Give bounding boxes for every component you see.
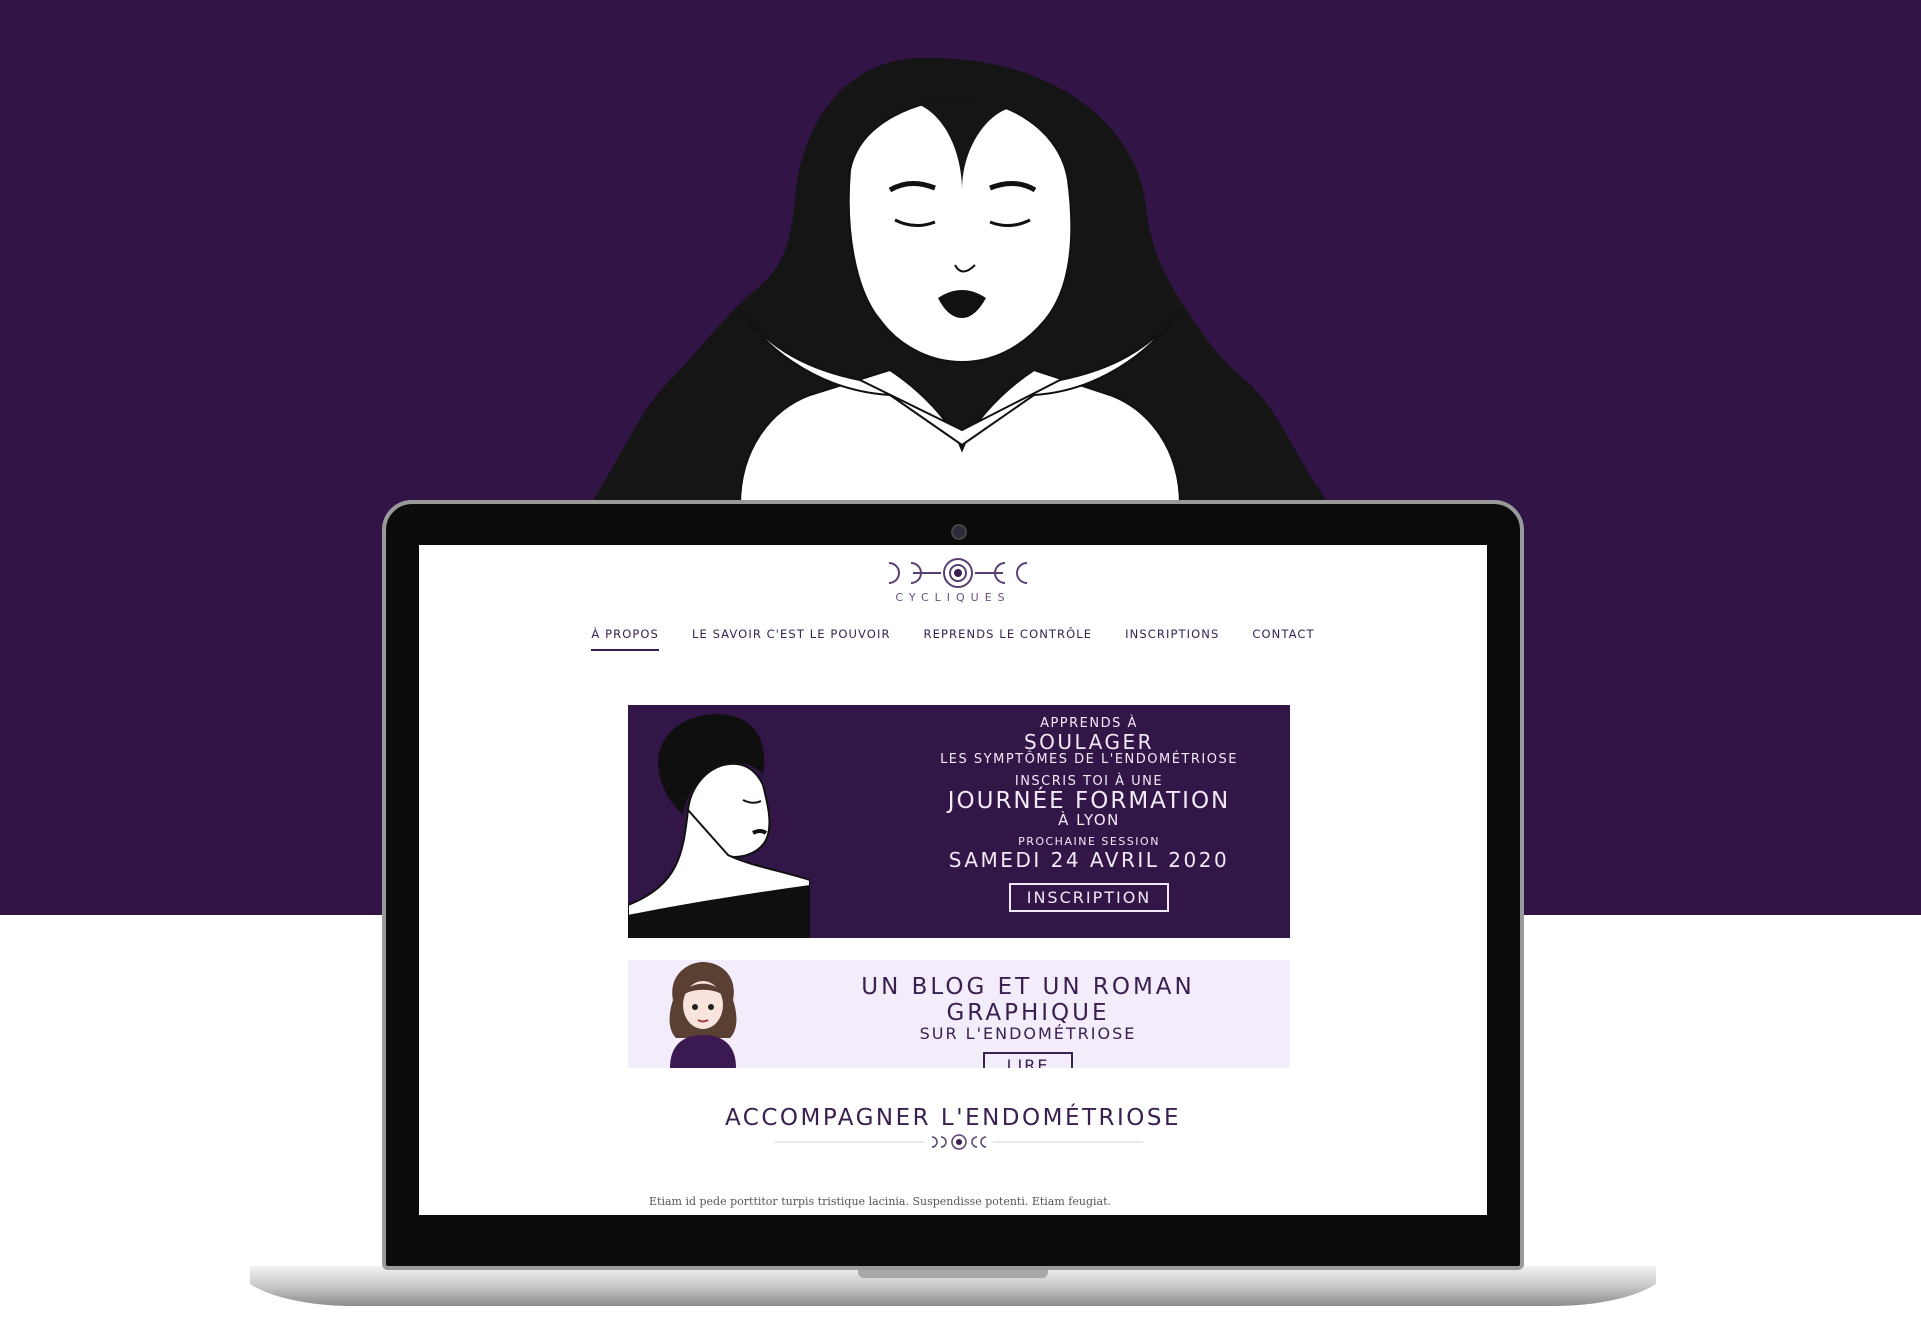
banner-line-inscris: INSCRIS TOI À UNE	[1014, 774, 1164, 789]
moon-divider-icon	[775, 1134, 1143, 1150]
blog-banner: UN BLOG ET UN ROMAN GRAPHIQUE SUR L'ENDO…	[628, 960, 1290, 1068]
section-title: ACCOMPAGNER L'ENDOMÉTRIOSE	[724, 1105, 1182, 1131]
banner-line-symptomes: LES SYMPTÔMES DE L'ENDOMÉTRIOSE	[940, 752, 1238, 767]
main-navigation: À PROPOS LE SAVOIR C'EST LE POUVOIR REPR…	[419, 627, 1487, 651]
intro-paragraph: Etiam id pede porttitor turpis tristique…	[649, 1195, 1111, 1208]
banner-line-prochaine-session: PROCHAINE SESSION	[1018, 835, 1160, 848]
brand-name: CYCLIQUES	[895, 591, 1011, 604]
moon-phases-logo-icon[interactable]	[883, 555, 1033, 591]
inscription-button[interactable]: INSCRIPTION	[1008, 883, 1170, 912]
banner-line-soulager: SOULAGER	[1023, 730, 1155, 754]
banner-line-apprends: APPRENDS À	[1040, 716, 1138, 731]
nav-item-le-savoir[interactable]: LE SAVOIR C'EST LE POUVOIR	[692, 627, 891, 651]
website-screen: CYCLIQUES À PROPOS LE SAVOIR C'EST LE PO…	[419, 545, 1487, 1215]
formation-banner: APPRENDS À SOULAGER LES SYMPTÔMES DE L'E…	[628, 705, 1290, 938]
blog-text-block: UN BLOG ET UN ROMAN GRAPHIQUE SUR L'ENDO…	[783, 974, 1273, 1068]
nav-item-a-propos[interactable]: À PROPOS	[591, 627, 659, 651]
camera-icon	[951, 524, 967, 540]
nav-item-inscriptions[interactable]: INSCRIPTIONS	[1125, 627, 1219, 651]
banner-line-lyon: À LYON	[1058, 811, 1120, 829]
laptop-base	[250, 1266, 1656, 1306]
banner-line-date: SAMEDI 24 AVRIL 2020	[948, 848, 1230, 872]
blog-title: UN BLOG ET UN ROMAN GRAPHIQUE	[861, 974, 1195, 1026]
lire-button[interactable]: LIRE	[982, 1052, 1074, 1068]
nav-item-reprends-le-controle[interactable]: REPRENDS LE CONTRÔLE	[924, 627, 1093, 651]
blog-subtitle: SUR L'ENDOMÉTRIOSE	[919, 1024, 1137, 1043]
short-hair-woman-illustration	[628, 714, 810, 938]
woman-illustration	[590, 57, 1330, 505]
banner-line-journee-formation: JOURNÉE FORMATION	[947, 788, 1231, 814]
nav-item-contact[interactable]: CONTACT	[1252, 627, 1314, 651]
cartoon-girl-illustration	[669, 962, 737, 1068]
banner-text-block: APPRENDS À SOULAGER LES SYMPTÔMES DE L'E…	[908, 717, 1270, 912]
